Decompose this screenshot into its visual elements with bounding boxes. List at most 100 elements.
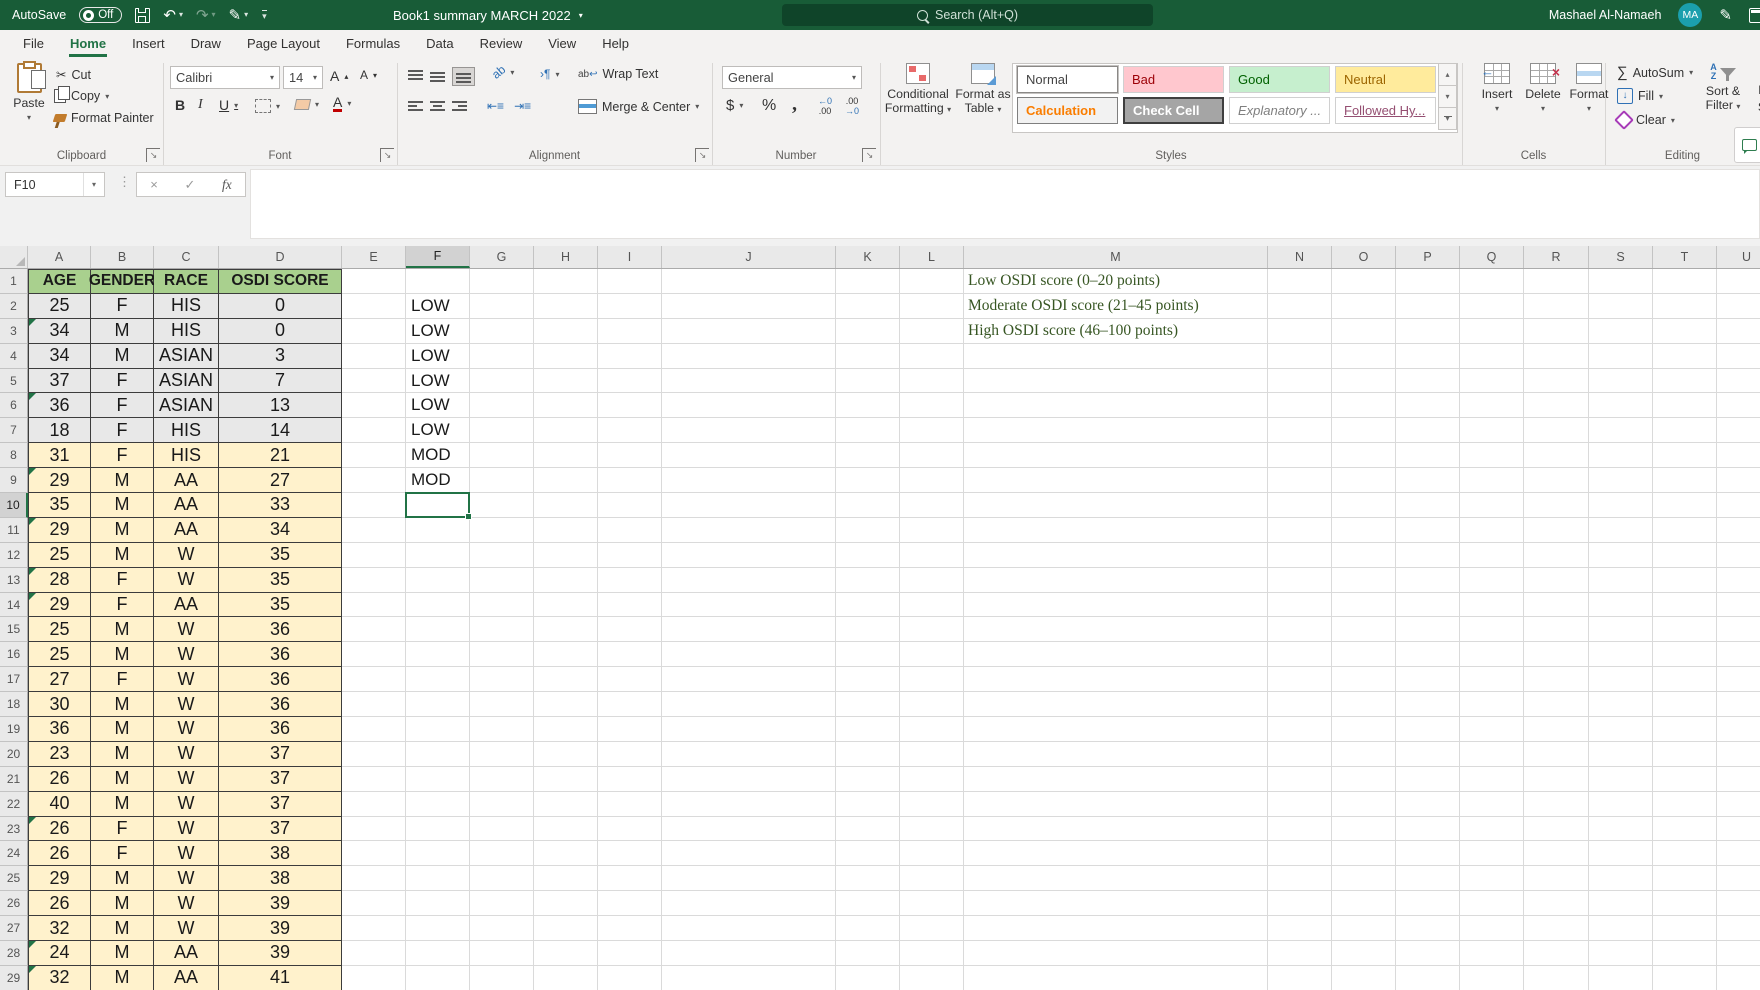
cell-F3[interactable]: LOW: [406, 319, 470, 344]
increase-decimal-button[interactable]: ←0.00: [818, 97, 832, 117]
cell-K9[interactable]: [836, 468, 900, 493]
style-calculation[interactable]: Calculation: [1017, 97, 1118, 124]
cell-S21[interactable]: [1589, 767, 1653, 792]
cell-J19[interactable]: [662, 717, 836, 742]
row-header-27[interactable]: 27: [0, 916, 28, 941]
cell-M3[interactable]: High OSDI score (46–100 points): [964, 319, 1268, 344]
cell-C26[interactable]: W: [154, 891, 219, 916]
cell-Q6[interactable]: [1460, 393, 1524, 418]
namebox-resize-handle[interactable]: ⋮: [118, 174, 131, 190]
cell-F8[interactable]: MOD: [406, 443, 470, 468]
fill-color-button[interactable]: ▾: [295, 99, 319, 110]
wrap-text-button[interactable]: ab↩Wrap Text: [578, 67, 658, 81]
cell-P18[interactable]: [1396, 692, 1460, 717]
cell-C24[interactable]: W: [154, 841, 219, 866]
cell-C5[interactable]: ASIAN: [154, 369, 219, 394]
cell-S25[interactable]: [1589, 866, 1653, 891]
cell-T5[interactable]: [1653, 369, 1717, 394]
cell-F16[interactable]: [406, 642, 470, 667]
format-painter-button[interactable]: Format Painter: [54, 111, 154, 125]
cell-P12[interactable]: [1396, 543, 1460, 568]
cell-N27[interactable]: [1268, 916, 1332, 941]
cell-H1[interactable]: [534, 269, 598, 294]
bold-button[interactable]: B: [175, 97, 185, 113]
cell-H9[interactable]: [534, 468, 598, 493]
cell-F29[interactable]: [406, 966, 470, 990]
cell-F13[interactable]: [406, 568, 470, 593]
cell-T15[interactable]: [1653, 617, 1717, 642]
cell-O7[interactable]: [1332, 418, 1396, 443]
style-good[interactable]: Good: [1229, 66, 1330, 93]
cell-U3[interactable]: [1717, 319, 1760, 344]
cell-R16[interactable]: [1524, 642, 1589, 667]
cell-R25[interactable]: [1524, 866, 1589, 891]
cell-P25[interactable]: [1396, 866, 1460, 891]
cell-G17[interactable]: [470, 667, 534, 692]
cell-K28[interactable]: [836, 941, 900, 966]
cell-P14[interactable]: [1396, 593, 1460, 618]
cell-M9[interactable]: [964, 468, 1268, 493]
cell-Q8[interactable]: [1460, 443, 1524, 468]
cell-R2[interactable]: [1524, 294, 1589, 319]
cell-B7[interactable]: F: [91, 418, 154, 443]
cell-G19[interactable]: [470, 717, 534, 742]
cell-M5[interactable]: [964, 369, 1268, 394]
cell-J14[interactable]: [662, 593, 836, 618]
cell-E23[interactable]: [342, 817, 406, 842]
cell-B12[interactable]: M: [91, 543, 154, 568]
cell-L15[interactable]: [900, 617, 964, 642]
copy-button[interactable]: Copy▾: [54, 89, 109, 103]
tab-home[interactable]: Home: [57, 30, 119, 57]
cell-B16[interactable]: M: [91, 642, 154, 667]
undo-button[interactable]: ↶▾: [163, 8, 183, 23]
cell-L24[interactable]: [900, 841, 964, 866]
tab-insert[interactable]: Insert: [119, 30, 178, 57]
row-header-10[interactable]: 10: [0, 493, 28, 518]
column-header-G[interactable]: G: [470, 246, 534, 268]
cell-K14[interactable]: [836, 593, 900, 618]
cell-Q19[interactable]: [1460, 717, 1524, 742]
cell-M16[interactable]: [964, 642, 1268, 667]
cell-M29[interactable]: [964, 966, 1268, 990]
cell-L26[interactable]: [900, 891, 964, 916]
cell-I1[interactable]: [598, 269, 662, 294]
cell-A5[interactable]: 37: [28, 369, 91, 394]
cell-H14[interactable]: [534, 593, 598, 618]
cell-K15[interactable]: [836, 617, 900, 642]
cell-E3[interactable]: [342, 319, 406, 344]
cell-K22[interactable]: [836, 792, 900, 817]
cell-D18[interactable]: 36: [219, 692, 342, 717]
cell-U29[interactable]: [1717, 966, 1760, 990]
cell-P19[interactable]: [1396, 717, 1460, 742]
cell-T20[interactable]: [1653, 742, 1717, 767]
cell-E18[interactable]: [342, 692, 406, 717]
cell-N17[interactable]: [1268, 667, 1332, 692]
cell-E8[interactable]: [342, 443, 406, 468]
cell-S22[interactable]: [1589, 792, 1653, 817]
cell-R24[interactable]: [1524, 841, 1589, 866]
cell-U8[interactable]: [1717, 443, 1760, 468]
cell-I15[interactable]: [598, 617, 662, 642]
cell-O14[interactable]: [1332, 593, 1396, 618]
cell-B11[interactable]: M: [91, 518, 154, 543]
orientation-button[interactable]: ab▾: [492, 65, 514, 79]
column-header-K[interactable]: K: [836, 246, 900, 268]
cell-M4[interactable]: [964, 344, 1268, 369]
cell-P2[interactable]: [1396, 294, 1460, 319]
column-header-J[interactable]: J: [662, 246, 836, 268]
cell-C29[interactable]: AA: [154, 966, 219, 990]
cell-S15[interactable]: [1589, 617, 1653, 642]
cell-E11[interactable]: [342, 518, 406, 543]
cell-Q11[interactable]: [1460, 518, 1524, 543]
cell-P16[interactable]: [1396, 642, 1460, 667]
cell-K23[interactable]: [836, 817, 900, 842]
cell-L22[interactable]: [900, 792, 964, 817]
cell-N4[interactable]: [1268, 344, 1332, 369]
style-explanatory[interactable]: Explanatory ...: [1229, 97, 1330, 124]
cell-G3[interactable]: [470, 319, 534, 344]
cell-F23[interactable]: [406, 817, 470, 842]
cell-C14[interactable]: AA: [154, 593, 219, 618]
cell-T17[interactable]: [1653, 667, 1717, 692]
cell-K24[interactable]: [836, 841, 900, 866]
cell-E13[interactable]: [342, 568, 406, 593]
